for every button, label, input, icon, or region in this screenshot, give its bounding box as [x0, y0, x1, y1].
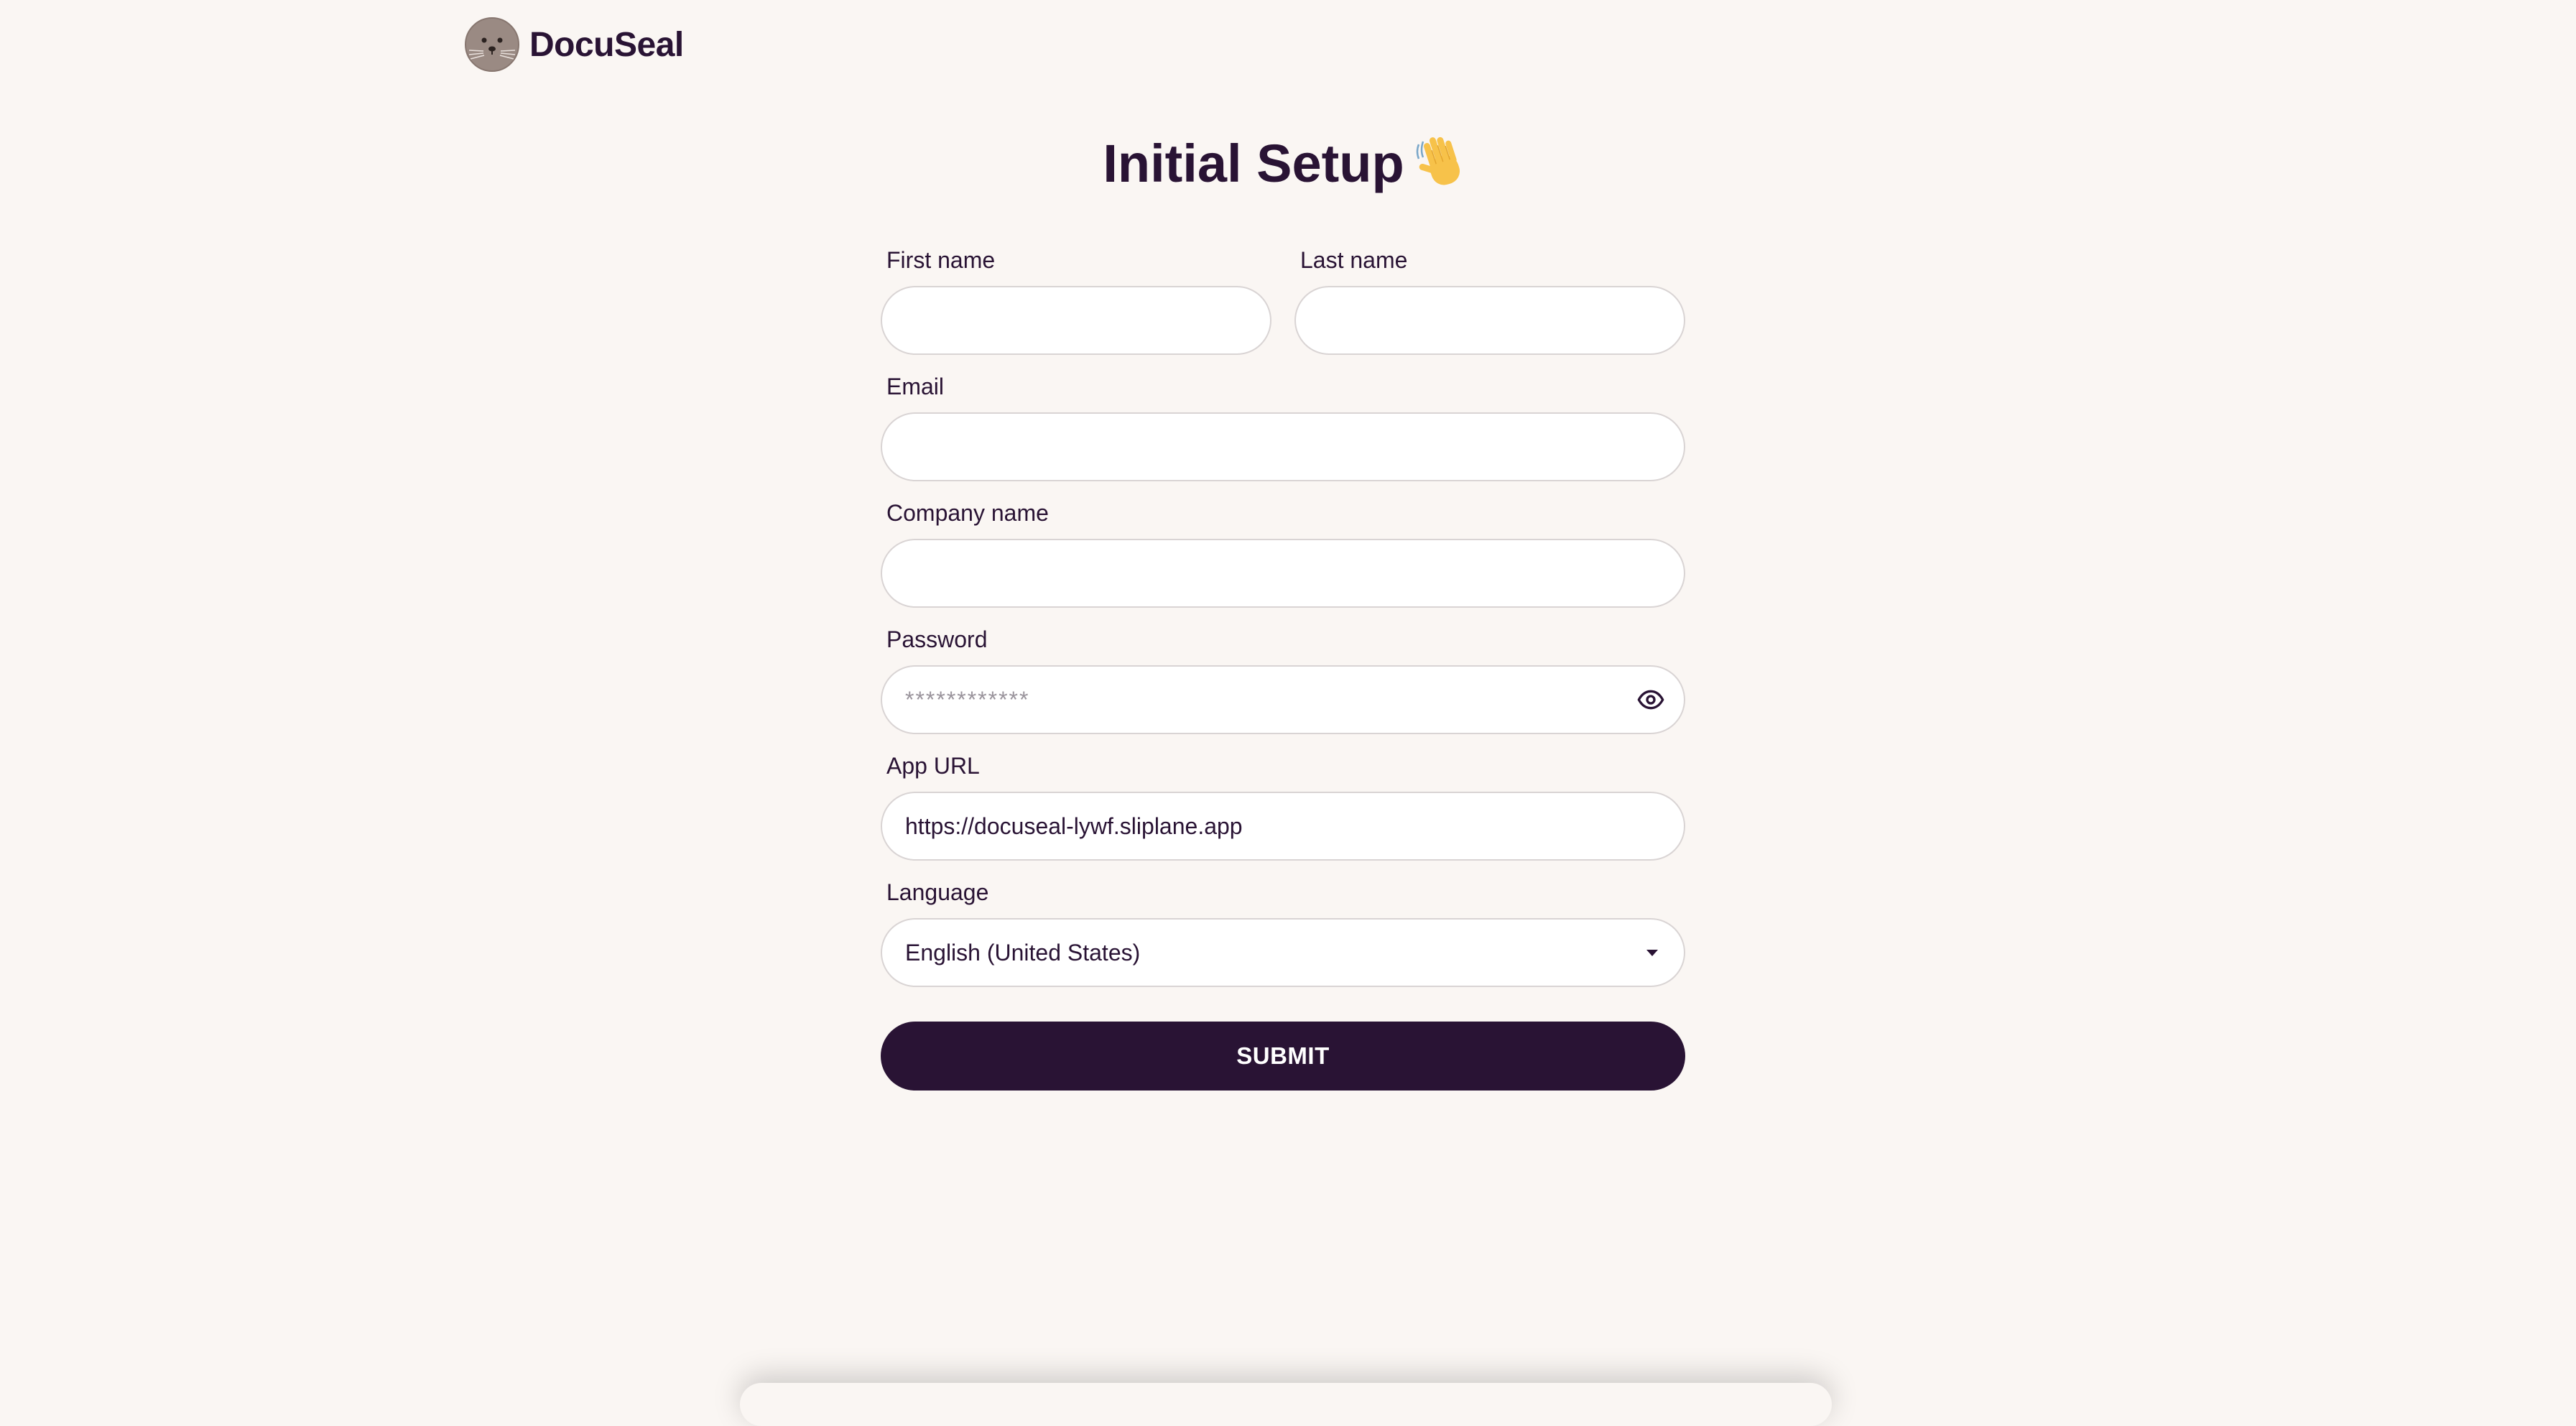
first-name-input[interactable]: [881, 286, 1271, 355]
first-name-group: First name: [881, 244, 1271, 355]
email-input[interactable]: [881, 412, 1685, 481]
password-group: Password: [881, 624, 1685, 734]
language-group: Language English (United States): [881, 876, 1685, 987]
submit-button[interactable]: SUBMIT: [881, 1022, 1685, 1091]
email-label: Email: [886, 374, 945, 399]
brand-name[interactable]: DocuSeal: [529, 25, 684, 65]
last-name-wrap: [1294, 286, 1685, 355]
app-url-input[interactable]: [881, 792, 1685, 861]
company-name-wrap: [881, 539, 1685, 608]
caret-down-icon: [1646, 949, 1658, 956]
page-title: Initial Setup: [0, 126, 2576, 201]
setup-form: First name Last name Email Company name …: [881, 244, 1685, 1091]
last-name-group: Last name: [1294, 244, 1685, 355]
bottom-panel-edge: [740, 1383, 1832, 1426]
app-url-label: App URL: [886, 753, 980, 779]
waving-hand-icon: [1416, 136, 1460, 185]
language-label: Language: [886, 879, 989, 905]
password-label: Password: [886, 626, 988, 652]
email-wrap: [881, 412, 1685, 481]
password-wrap: [881, 665, 1685, 734]
seal-logo-icon[interactable]: [465, 17, 519, 72]
last-name-input[interactable]: [1294, 286, 1685, 355]
language-selected-value: English (United States): [905, 939, 1141, 966]
company-name-label: Company name: [886, 500, 1049, 526]
header: DocuSeal: [465, 17, 684, 72]
app-url-wrap: [881, 792, 1685, 861]
company-name-group: Company name: [881, 497, 1685, 608]
page-title-text: Initial Setup: [1103, 134, 1404, 193]
first-name-label: First name: [886, 247, 996, 273]
last-name-label: Last name: [1300, 247, 1408, 273]
password-input[interactable]: [881, 665, 1685, 734]
toggle-password-button[interactable]: [1635, 684, 1667, 716]
company-name-input[interactable]: [881, 539, 1685, 608]
language-select[interactable]: English (United States): [881, 918, 1685, 987]
eye-icon: [1637, 690, 1664, 710]
name-row: First name Last name: [881, 244, 1685, 371]
app-url-group: App URL: [881, 750, 1685, 861]
first-name-wrap: [881, 286, 1271, 355]
email-group: Email: [881, 371, 1685, 481]
